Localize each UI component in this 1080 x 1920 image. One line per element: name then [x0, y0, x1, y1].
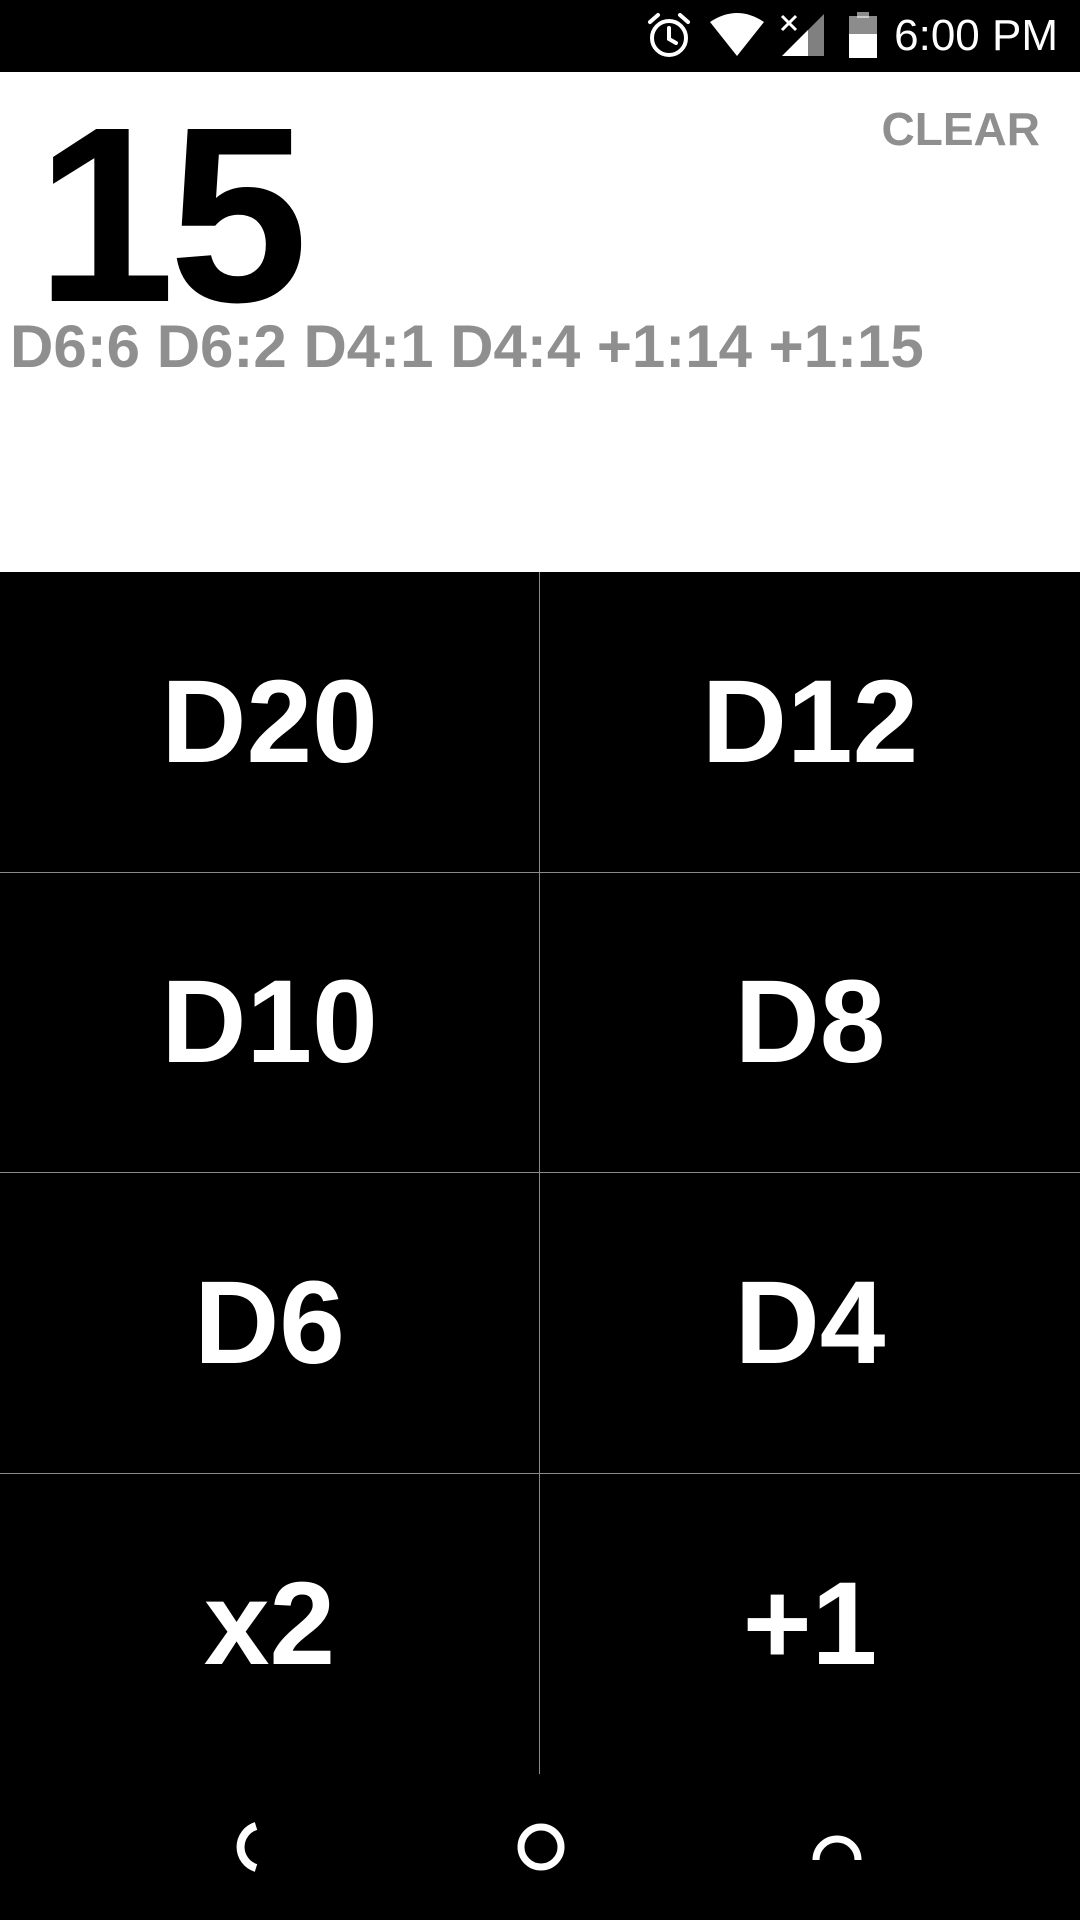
- dice-grid: D20 D12 D10 D8 D6 D4 x2 +1: [0, 572, 1080, 1774]
- multiply-two-button[interactable]: x2: [0, 1473, 540, 1774]
- status-time: 6:00 PM: [894, 11, 1058, 60]
- battery-icon: [848, 10, 878, 65]
- back-icon[interactable]: [222, 1822, 262, 1877]
- navigation-bar: [0, 1774, 1080, 1920]
- d8-button[interactable]: D8: [540, 873, 1080, 1173]
- wifi-icon: [708, 10, 766, 65]
- d4-button[interactable]: D4: [540, 1173, 1080, 1474]
- clear-button[interactable]: CLEAR: [882, 102, 1040, 156]
- result-panel: 15 CLEAR D6:6 D6:2 D4:1 D4:4 +1:14 +1:15: [0, 72, 1080, 572]
- d6-button[interactable]: D6: [0, 1173, 540, 1474]
- plus-one-button[interactable]: +1: [540, 1474, 1080, 1775]
- d20-button[interactable]: D20: [0, 572, 540, 873]
- roll-history: D6:6 D6:2 D4:1 D4:4 +1:14 +1:15: [10, 313, 924, 380]
- recents-icon[interactable]: [812, 1822, 862, 1877]
- home-icon[interactable]: [516, 1822, 566, 1877]
- status-bar: 6:00 PM: [0, 0, 1080, 72]
- roll-total: 15: [36, 75, 308, 354]
- d10-button[interactable]: D10: [0, 872, 540, 1173]
- alarm-icon: [644, 10, 694, 65]
- d12-button[interactable]: D12: [540, 572, 1080, 873]
- cell-signal-no-service-icon: [778, 10, 828, 65]
